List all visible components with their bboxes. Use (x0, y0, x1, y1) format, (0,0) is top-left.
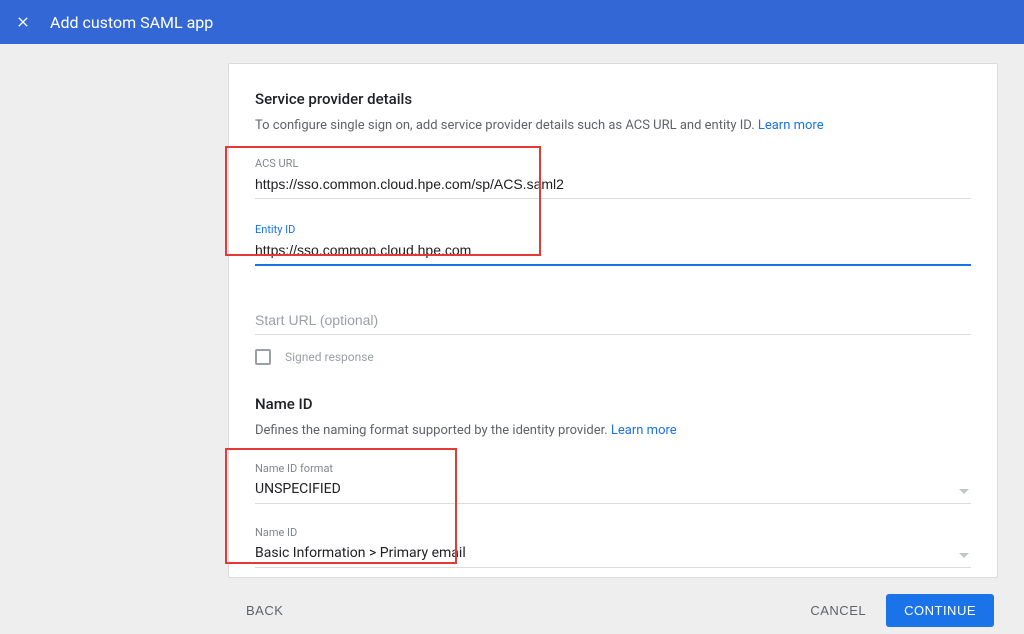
signed-response-row: Signed response (255, 349, 971, 365)
nameid-format-label: Name ID format (255, 462, 971, 475)
acs-url-input[interactable] (255, 172, 971, 199)
section-sp-desc: To configure single sign on, add service… (255, 118, 971, 133)
chevron-down-icon (959, 489, 969, 494)
entity-id-input[interactable] (255, 238, 971, 266)
start-url-input[interactable] (255, 302, 971, 335)
section-sp-desc-text: To configure single sign on, add service… (255, 118, 758, 133)
learn-more-link-2[interactable]: Learn more (611, 423, 677, 438)
signed-response-label: Signed response (285, 350, 374, 364)
section-nameid-title: Name ID (255, 395, 971, 413)
back-button[interactable]: Back (232, 595, 297, 626)
learn-more-link-1[interactable]: Learn more (758, 118, 824, 133)
acs-url-label: ACS URL (255, 157, 971, 170)
topbar: Add custom SAML app (0, 0, 1024, 44)
footer: Back Cancel Continue (228, 590, 998, 630)
dialog-title: Add custom SAML app (50, 13, 213, 32)
nameid-label: Name ID (255, 526, 971, 539)
acs-url-field: ACS URL (255, 157, 971, 199)
continue-button[interactable]: Continue (886, 594, 994, 627)
close-icon[interactable] (14, 13, 32, 31)
nameid-field[interactable]: Name ID Basic Information > Primary emai… (255, 526, 971, 568)
cancel-button[interactable]: Cancel (796, 595, 880, 626)
footer-left: Back (232, 595, 297, 626)
nameid-format-value: UNSPECIFIED (255, 479, 971, 504)
start-url-field (255, 302, 971, 335)
signed-response-checkbox[interactable] (255, 349, 271, 365)
nameid-format-field[interactable]: Name ID format UNSPECIFIED (255, 462, 971, 504)
entity-id-field: Entity ID (255, 223, 971, 266)
nameid-value: Basic Information > Primary email (255, 543, 971, 568)
section-sp-title: Service provider details (255, 90, 971, 108)
sp-details-card: Service provider details To configure si… (228, 63, 998, 578)
footer-right: Cancel Continue (796, 594, 994, 627)
entity-id-label: Entity ID (255, 223, 971, 236)
section-nameid-desc-text: Defines the naming format supported by t… (255, 423, 611, 438)
chevron-down-icon (959, 553, 969, 558)
section-nameid-desc: Defines the naming format supported by t… (255, 423, 971, 438)
